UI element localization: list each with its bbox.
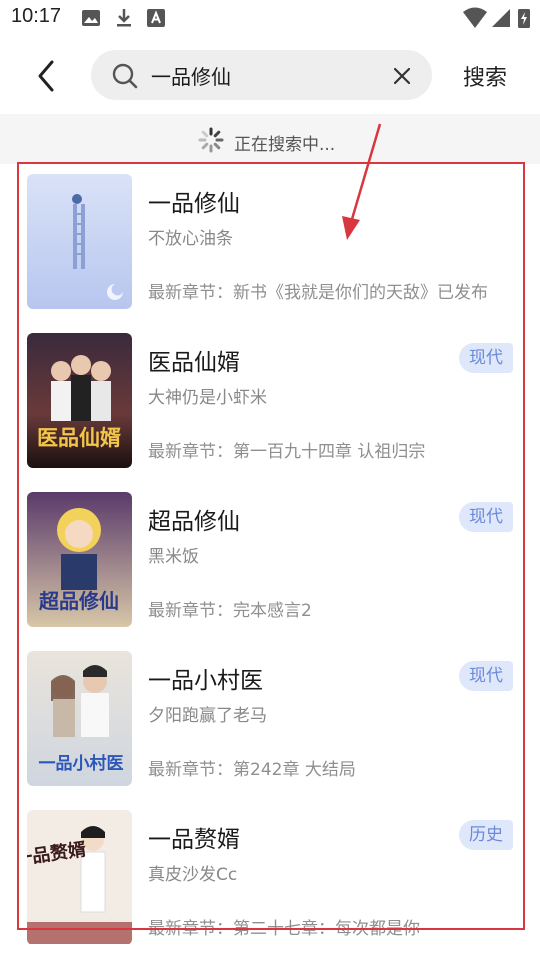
book-author: 真皮沙发Cc [148,865,238,885]
book-cover: 一品小村医 [27,651,132,786]
search-icon [112,63,138,89]
genre-tag: 现代 [459,502,513,532]
book-title: 一品赘婿 [148,827,240,853]
genre-tag: 现代 [459,343,513,373]
book-cover [27,174,132,309]
book-cover: 一品赘婿 [27,810,132,945]
book-author: 黑米饭 [148,547,199,567]
search-result-item[interactable]: 医品仙婿 医品仙婿 大神仍是小虾米 最新章节：第一百九十四章 认祖归宗 现代 [27,333,513,473]
search-input[interactable]: 一品修仙 [151,61,231,90]
book-latest-chapter: 最新章节：第242章 大结局 [148,760,356,780]
book-title: 一品修仙 [148,191,240,217]
book-latest-chapter: 最新章节：新书《我就是你们的天敌》已发布 [148,283,488,303]
book-title: 医品仙婿 [148,350,240,376]
book-title: 一品小村医 [148,668,263,694]
image-icon [82,10,100,26]
svg-text:一品小村医: 一品小村医 [39,753,124,774]
book-latest-chapter: 最新章节：完本感言2 [148,601,312,621]
book-cover: 超品修仙 [27,492,132,627]
wifi-icon [463,7,487,28]
search-result-item[interactable]: 一品修仙 不放心油条 最新章节：新书《我就是你们的天敌》已发布 [27,174,513,314]
book-title: 超品修仙 [148,509,240,535]
search-result-item[interactable]: 超品修仙 超品修仙 黑米饭 最新章节：完本感言2 现代 [27,492,513,632]
svg-text:超品修仙: 超品修仙 [38,589,119,613]
searching-banner: 正在搜索中... [0,114,540,164]
book-cover: 医品仙婿 [27,333,132,468]
search-bar[interactable]: 一品修仙 [91,50,432,100]
app-notification-icon [147,9,165,27]
battery-charging-icon [518,9,530,28]
genre-tag: 历史 [459,820,513,850]
status-time: 10:17 [11,5,62,27]
book-author: 夕阳跑赢了老马 [148,706,267,726]
status-bar: 10:17 [0,0,540,36]
download-icon [117,9,131,27]
book-author: 大神仍是小虾米 [148,388,267,408]
searching-status-text: 正在搜索中... [234,135,336,155]
book-latest-chapter: 最新章节：第一百九十四章 认祖归宗 [148,442,426,462]
book-latest-chapter: 最新章节：第二十七章：每次都是你 [148,919,420,939]
search-result-item[interactable]: 一品赘婿 一品赘婿 真皮沙发Cc 最新章节：第二十七章：每次都是你 历史 [27,810,513,950]
clear-search-button[interactable] [389,63,415,89]
book-author: 不放心油条 [148,229,233,249]
back-button[interactable] [28,56,64,96]
loading-spinner-icon [198,127,224,153]
search-button[interactable]: 搜索 [463,60,507,92]
bottom-edge [0,944,540,960]
svg-text:医品仙婿: 医品仙婿 [37,425,121,450]
search-result-item[interactable]: 一品小村医 一品小村医 夕阳跑赢了老马 最新章节：第242章 大结局 现代 [27,651,513,791]
cellular-signal-icon [492,9,510,27]
genre-tag: 现代 [459,661,513,691]
search-header: 一品修仙 搜索 [0,36,540,114]
